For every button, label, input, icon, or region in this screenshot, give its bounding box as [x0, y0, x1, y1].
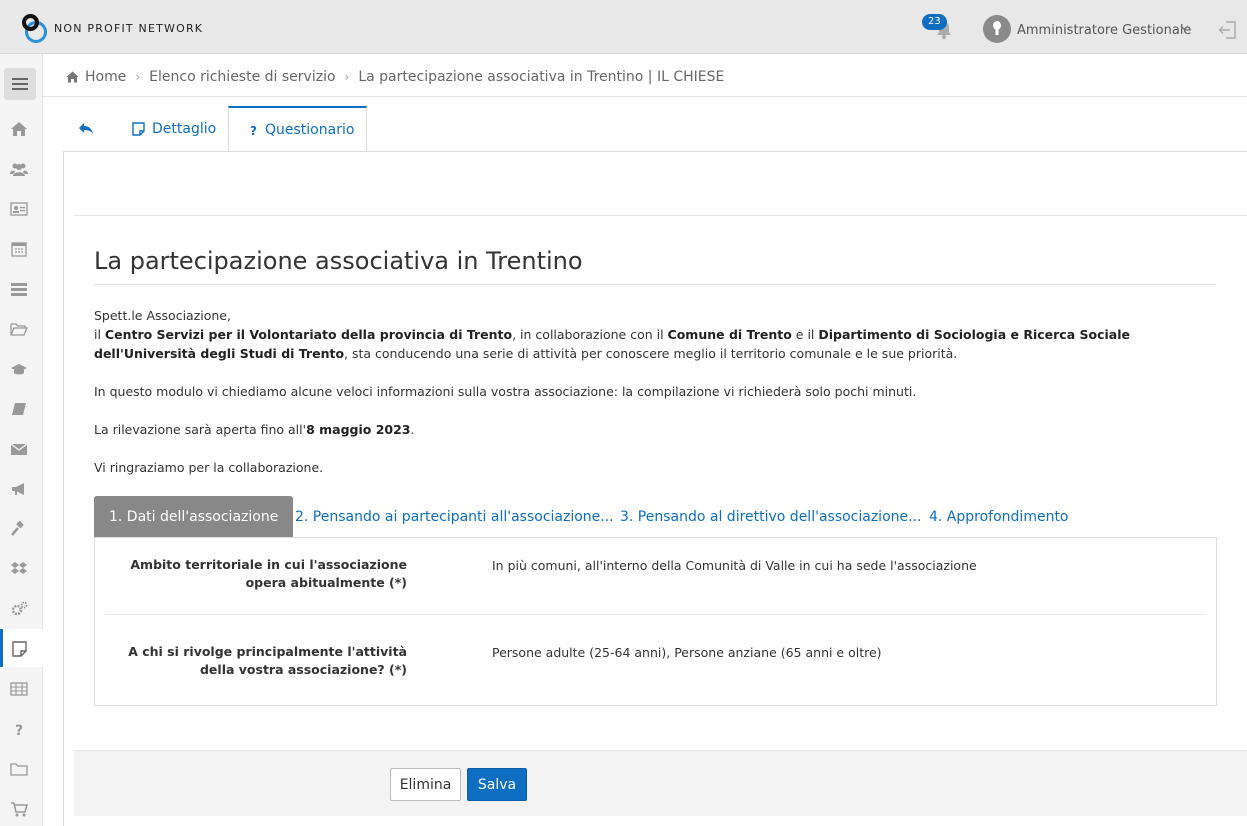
questionnaire-sections: 1. Dati dell'associazione 2. Pensando ai…: [94, 496, 1216, 537]
graduation-cap-icon[interactable]: [10, 361, 28, 377]
breadcrumb-list[interactable]: Elenco richieste di servizio: [149, 69, 335, 85]
divider: [94, 284, 1216, 285]
folder-icon[interactable]: [10, 761, 28, 777]
intro-paragraph-4: Vi ringraziamo per la collaborazione.: [94, 460, 324, 475]
section-tab-1[interactable]: 1. Dati dell'associazione: [94, 496, 294, 537]
menu-toggle-button[interactable]: [4, 68, 36, 100]
top-bar: NON PROFIT NETWORK 23 Amministratore Ges…: [0, 0, 1247, 54]
note-icon[interactable]: [11, 641, 29, 657]
table-icon[interactable]: [10, 681, 28, 697]
section-panel: Ambito territoriale in cui l'associazion…: [94, 537, 1217, 706]
section-tab-4[interactable]: 4. Approfondimento: [929, 496, 1069, 537]
gears-icon[interactable]: [10, 601, 28, 617]
save-button[interactable]: Salva: [467, 768, 527, 801]
reply-icon: [79, 123, 93, 134]
breadcrumb-current: La partecipazione associativa in Trentin…: [358, 69, 725, 85]
form-footer: Elimina Salva: [74, 750, 1247, 816]
users-icon[interactable]: [10, 161, 28, 177]
section-tab-3[interactable]: 3. Pensando al direttivo dell'associazio…: [620, 496, 921, 537]
chevron-down-icon[interactable]: [1180, 24, 1189, 32]
breadcrumb: Home › Elenco richieste di servizio › La…: [66, 67, 724, 87]
logout-icon[interactable]: [1218, 21, 1238, 39]
sidebar: ?: [0, 54, 52, 826]
intro-paragraph-3: La rilevazione sarà aperta fino all'8 ma…: [94, 422, 415, 437]
back-button[interactable]: [78, 106, 100, 152]
question-label: Ambito territoriale in cui l'associazion…: [130, 557, 407, 590]
folder-open-icon[interactable]: [10, 321, 28, 337]
tab-detail[interactable]: Dettaglio: [132, 106, 216, 152]
greeting: Spett.le Associazione,: [94, 308, 231, 323]
intro-paragraph-2: In questo modulo vi chiediamo alcune vel…: [94, 384, 917, 399]
breadcrumb-separator: ›: [135, 70, 141, 84]
notification-badge[interactable]: 23: [922, 14, 947, 30]
note-icon: [132, 122, 145, 136]
tab-questionnaire[interactable]: ? Questionario: [228, 106, 367, 152]
book-icon[interactable]: [10, 401, 28, 417]
megaphone-icon[interactable]: [10, 481, 28, 497]
delete-button[interactable]: Elimina: [390, 768, 461, 801]
dropbox-icon[interactable]: [10, 561, 28, 577]
divider: [74, 215, 1247, 216]
tab-detail-label: Dettaglio: [152, 121, 217, 137]
tabs-border: [64, 151, 1247, 152]
page-title: La partecipazione associativa in Trentin…: [94, 247, 583, 275]
tab-questionnaire-label: Questionario: [265, 121, 355, 138]
gavel-icon[interactable]: [10, 521, 28, 537]
question-label: A chi si rivolge principalmente l'attivi…: [128, 644, 407, 677]
svg-text:?: ?: [15, 723, 23, 737]
intro-paragraph-1: il Centro Servizi per il Volontariato de…: [94, 327, 1130, 361]
cart-icon[interactable]: [10, 801, 28, 817]
question-answer: Persone adulte (25-64 anni), Persone anz…: [492, 645, 882, 660]
envelope-icon[interactable]: [10, 441, 28, 457]
breadcrumb-separator: ›: [344, 70, 350, 84]
question-answer: In più comuni, all'interno della Comunit…: [492, 558, 977, 573]
id-card-icon[interactable]: [10, 201, 28, 217]
section-tab-2[interactable]: 2. Pensando ai partecipanti all'associaz…: [295, 496, 614, 537]
question-icon[interactable]: ?: [10, 721, 28, 737]
logo[interactable]: [22, 12, 48, 46]
svg-text:?: ?: [250, 124, 257, 137]
panel-border: [63, 151, 64, 826]
home-icon[interactable]: [10, 121, 28, 137]
divider: [43, 96, 1247, 97]
list-icon[interactable]: [10, 281, 28, 297]
intro-text: Spett.le Associazione, il Centro Servizi…: [94, 306, 1204, 477]
user-icon: [993, 21, 1001, 35]
user-menu[interactable]: Amministratore Gestionale: [1017, 23, 1191, 38]
calendar-icon[interactable]: [10, 241, 28, 257]
divider: [105, 614, 1206, 615]
breadcrumb-home[interactable]: Home: [85, 69, 126, 85]
question-icon: ?: [250, 124, 257, 137]
brand-name: NON PROFIT NETWORK: [54, 22, 204, 35]
home-icon: [66, 71, 79, 83]
